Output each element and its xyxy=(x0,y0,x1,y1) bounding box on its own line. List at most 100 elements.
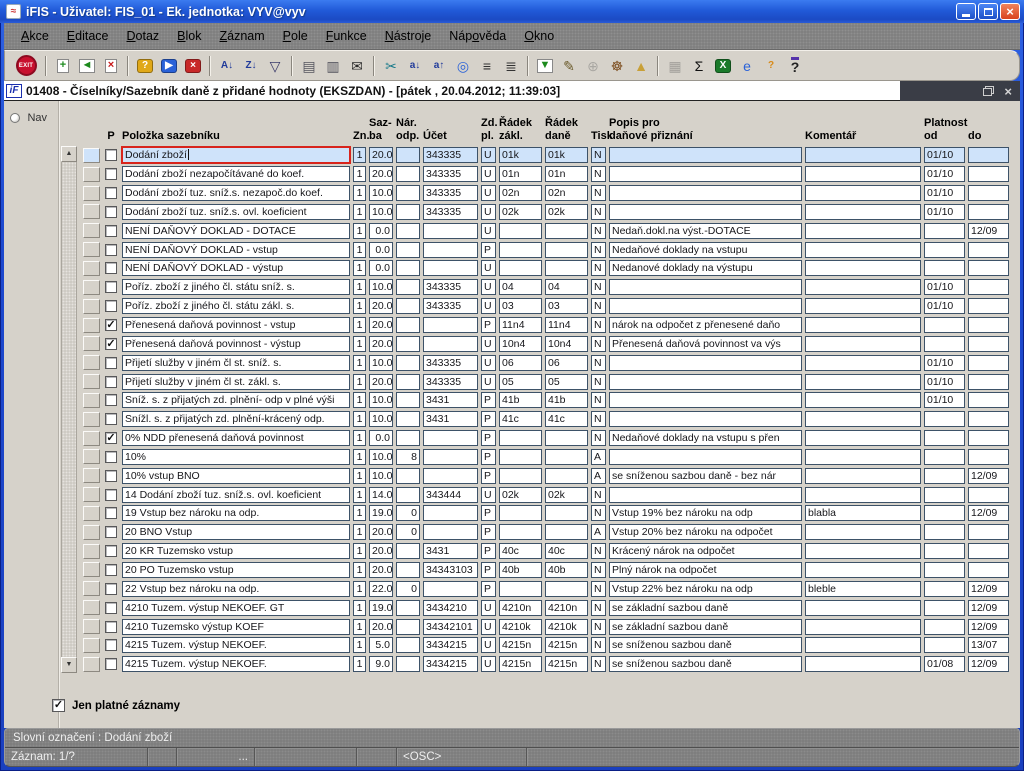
zn-field[interactable]: 1 xyxy=(353,336,366,352)
platnost-do-field[interactable] xyxy=(968,487,1009,503)
nar-odp-field[interactable] xyxy=(396,411,420,427)
tisk-field[interactable]: N xyxy=(591,185,606,201)
polozka-field[interactable]: 4215 Tuzem. výstup NEKOEF. xyxy=(122,637,350,653)
p-checkbox[interactable]: ✓ xyxy=(105,319,117,331)
platnost-do-field[interactable]: 13/07 xyxy=(968,637,1009,653)
menu-item-okno[interactable]: Okno xyxy=(515,26,563,46)
platnost-od-field[interactable]: 01/08 xyxy=(924,656,965,672)
platnost-do-field[interactable] xyxy=(968,317,1009,333)
zd-pl-field[interactable]: P xyxy=(481,581,496,597)
zd-pl-field[interactable]: P xyxy=(481,505,496,521)
sazba-field[interactable]: 20.0 xyxy=(369,543,393,559)
tisk-field[interactable]: N xyxy=(591,543,606,559)
platnost-od-field[interactable]: 01/10 xyxy=(924,279,965,295)
menu-item-napoveda[interactable]: Nápověda xyxy=(440,26,515,46)
zd-pl-field[interactable]: U xyxy=(481,487,496,503)
record-indicator[interactable] xyxy=(83,186,100,201)
record-indicator[interactable] xyxy=(83,449,100,464)
komentar-field[interactable] xyxy=(805,468,921,484)
radek-zakl-field[interactable]: 41c xyxy=(499,411,542,427)
platnost-do-field[interactable] xyxy=(968,355,1009,371)
polozka-field[interactable]: Sníž. s. z přijatých zd. plnění- odp v p… xyxy=(122,392,350,408)
zn-field[interactable]: 1 xyxy=(353,411,366,427)
radek-zakl-field[interactable] xyxy=(499,524,542,540)
sazba-field[interactable]: 20.0 xyxy=(369,336,393,352)
zn-field[interactable]: 1 xyxy=(353,524,366,540)
sazba-field[interactable]: 10.0 xyxy=(369,392,393,408)
tisk-field[interactable]: N xyxy=(591,562,606,578)
platnost-do-field[interactable] xyxy=(968,449,1009,465)
sazba-field[interactable]: 20.0 xyxy=(369,147,393,163)
zn-field[interactable]: 1 xyxy=(353,505,366,521)
komentar-field[interactable] xyxy=(805,392,921,408)
p-checkbox[interactable] xyxy=(105,470,117,482)
record-indicator[interactable] xyxy=(83,619,100,634)
menu-item-nastroje[interactable]: Nástroje xyxy=(376,26,441,46)
platnost-od-field[interactable] xyxy=(924,543,965,559)
zd-pl-field[interactable]: P xyxy=(481,392,496,408)
komentar-field[interactable] xyxy=(805,242,921,258)
record-indicator[interactable] xyxy=(83,393,100,408)
polozka-field[interactable]: Přijetí služby v jiném čl st. sníž. s. xyxy=(122,355,350,371)
nar-odp-field[interactable] xyxy=(396,298,420,314)
ucet-field[interactable] xyxy=(423,430,478,446)
record-indicator[interactable] xyxy=(83,562,100,577)
record-indicator[interactable] xyxy=(83,600,100,615)
tisk-field[interactable]: N xyxy=(591,581,606,597)
ucet-field[interactable]: 343335 xyxy=(423,204,478,220)
nar-odp-field[interactable] xyxy=(396,562,420,578)
popis-field[interactable] xyxy=(609,449,802,465)
platnost-od-field[interactable] xyxy=(924,600,965,616)
minimize-button[interactable] xyxy=(956,3,976,20)
platnost-do-field[interactable]: 12/09 xyxy=(968,656,1009,672)
popis-field[interactable]: Nedaňové doklady na vstupu xyxy=(609,242,802,258)
platnost-do-field[interactable] xyxy=(968,411,1009,427)
radek-zakl-field[interactable]: 4210k xyxy=(499,619,542,635)
popis-field[interactable]: Vstup 19% bez nároku na odp xyxy=(609,505,802,521)
komentar-field[interactable] xyxy=(805,411,921,427)
browser-icon[interactable]: e xyxy=(735,55,759,77)
komentar-field[interactable] xyxy=(805,336,921,352)
platnost-od-field[interactable]: 01/10 xyxy=(924,298,965,314)
sazba-field[interactable]: 10.0 xyxy=(369,355,393,371)
radek-zakl-field[interactable]: 40b xyxy=(499,562,542,578)
record-indicator[interactable] xyxy=(83,299,100,314)
platnost-do-field[interactable] xyxy=(968,204,1009,220)
helm-icon[interactable]: ☸ xyxy=(605,55,629,77)
tisk-field[interactable]: N xyxy=(591,223,606,239)
p-checkbox[interactable] xyxy=(105,602,117,614)
platnost-do-field[interactable] xyxy=(968,298,1009,314)
duplicate-record-icon[interactable]: ◄ xyxy=(75,55,99,77)
ucet-field[interactable]: 3434210 xyxy=(423,600,478,616)
radek-dane-field[interactable] xyxy=(545,468,588,484)
popis-field[interactable] xyxy=(609,279,802,295)
zd-pl-field[interactable]: U xyxy=(481,260,496,276)
sazba-field[interactable]: 0.0 xyxy=(369,223,393,239)
close-button[interactable]: × xyxy=(1000,3,1020,20)
tisk-field[interactable]: N xyxy=(591,430,606,446)
zd-pl-field[interactable]: P xyxy=(481,562,496,578)
record-indicator[interactable] xyxy=(83,657,100,672)
menu-item-dotaz[interactable]: Dotaz xyxy=(118,26,169,46)
p-checkbox[interactable] xyxy=(105,621,117,633)
record-indicator[interactable] xyxy=(83,412,100,427)
radek-dane-field[interactable]: 4215n xyxy=(545,637,588,653)
zd-pl-field[interactable]: P xyxy=(481,543,496,559)
popis-field[interactable] xyxy=(609,185,802,201)
zn-field[interactable]: 1 xyxy=(353,355,366,371)
platnost-do-field[interactable] xyxy=(968,392,1009,408)
radek-dane-field[interactable] xyxy=(545,505,588,521)
komentar-field[interactable] xyxy=(805,656,921,672)
zn-field[interactable]: 1 xyxy=(353,204,366,220)
sazba-field[interactable]: 0.0 xyxy=(369,242,393,258)
radek-dane-field[interactable]: 4210k xyxy=(545,619,588,635)
zd-pl-field[interactable]: U xyxy=(481,166,496,182)
nar-odp-field[interactable] xyxy=(396,374,420,390)
popis-field[interactable] xyxy=(609,411,802,427)
zd-pl-field[interactable]: P xyxy=(481,449,496,465)
radek-zakl-field[interactable]: 01n xyxy=(499,166,542,182)
nar-odp-field[interactable] xyxy=(396,336,420,352)
sazba-field[interactable]: 10.0 xyxy=(369,185,393,201)
p-checkbox[interactable] xyxy=(105,583,117,595)
zn-field[interactable]: 1 xyxy=(353,185,366,201)
